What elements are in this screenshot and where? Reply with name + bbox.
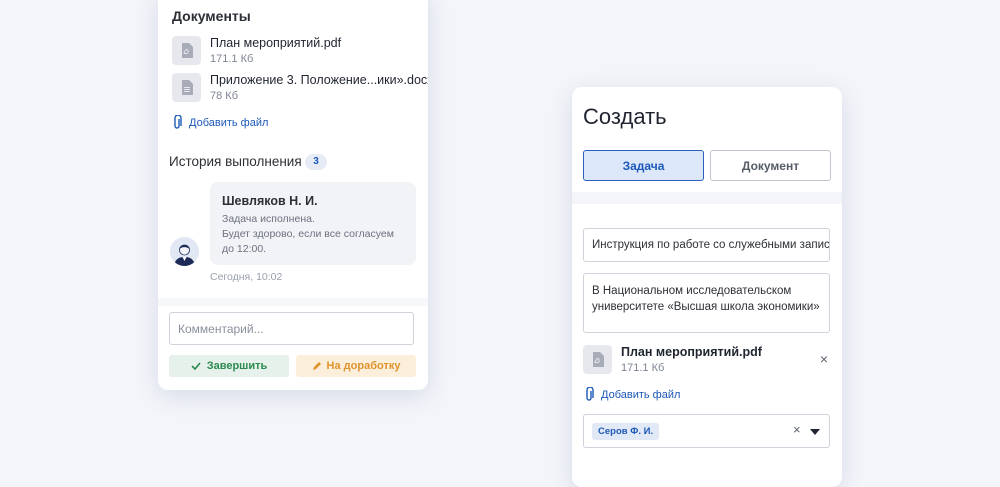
description-textarea[interactable]: В Национальном исследовательском универс… xyxy=(583,273,830,333)
pdf-file-icon xyxy=(172,36,201,65)
history-title: История выполнения xyxy=(169,154,302,169)
divider xyxy=(572,192,842,204)
clear-icon[interactable]: × xyxy=(793,422,801,437)
assignee-select[interactable]: Серов Ф. И. × xyxy=(583,414,830,448)
page-title: Создать xyxy=(583,104,667,129)
message-line: Будет здорово, если все согласуем xyxy=(222,228,394,240)
doc-file-icon xyxy=(172,73,201,102)
task-details-card: Документы План мероприятий.pdf 171.1 Кб … xyxy=(158,0,428,390)
add-file-label: Добавить файл xyxy=(189,116,269,129)
file-item[interactable]: Приложение 3. Положение...ики».docx 78 К… xyxy=(172,73,428,105)
divider xyxy=(158,298,428,306)
message-line: Задача исполнена. xyxy=(222,213,315,225)
file-name[interactable]: Приложение 3. Положение...ики».docx xyxy=(210,73,428,87)
file-name[interactable]: План мероприятий.pdf xyxy=(210,36,341,50)
history-count-badge: 3 xyxy=(305,154,327,170)
file-size: 78 Кб xyxy=(210,90,238,102)
file-size: 171.1 Кб xyxy=(621,362,665,374)
complete-label: Завершить xyxy=(206,360,268,372)
file-item[interactable]: План мероприятий.pdf 171.1 Кб xyxy=(172,36,422,68)
assignee-chip[interactable]: Серов Ф. И. xyxy=(592,423,660,440)
create-card: Создать Задача Документ Инструкция по ра… xyxy=(572,87,842,487)
file-size: 171.1 Кб xyxy=(210,53,254,65)
complete-button[interactable]: Завершить xyxy=(169,355,289,377)
add-file-label: Добавить файл xyxy=(601,388,681,401)
avatar xyxy=(170,237,199,266)
paperclip-icon xyxy=(586,387,594,401)
message-timestamp: Сегодня, 10:02 xyxy=(210,271,283,283)
add-file-button[interactable]: Добавить файл xyxy=(173,115,268,130)
rework-button[interactable]: На доработку xyxy=(296,355,416,377)
documents-title: Документы xyxy=(172,8,251,24)
tab-task[interactable]: Задача xyxy=(583,150,704,181)
history-message: Шевляков Н. И. Задача исполнена. Будет з… xyxy=(210,182,416,265)
attached-file[interactable]: План мероприятий.pdf 171.1 Кб × xyxy=(583,345,830,377)
rework-label: На доработку xyxy=(326,360,401,372)
paperclip-icon xyxy=(174,115,182,129)
comment-input[interactable] xyxy=(169,312,414,345)
check-icon xyxy=(191,362,201,370)
remove-file-icon[interactable]: × xyxy=(820,351,828,367)
add-file-button[interactable]: Добавить файл xyxy=(585,387,680,402)
pencil-icon xyxy=(312,361,321,370)
message-line: до 12:00. xyxy=(222,243,267,255)
chevron-down-icon[interactable] xyxy=(810,429,820,435)
file-name[interactable]: План мероприятий.pdf xyxy=(621,345,762,359)
tab-document[interactable]: Документ xyxy=(710,150,831,181)
message-author: Шевляков Н. И. xyxy=(222,194,318,208)
subject-input[interactable]: Инструкция по работе со служебными запис… xyxy=(583,228,830,262)
pdf-file-icon xyxy=(583,345,612,374)
